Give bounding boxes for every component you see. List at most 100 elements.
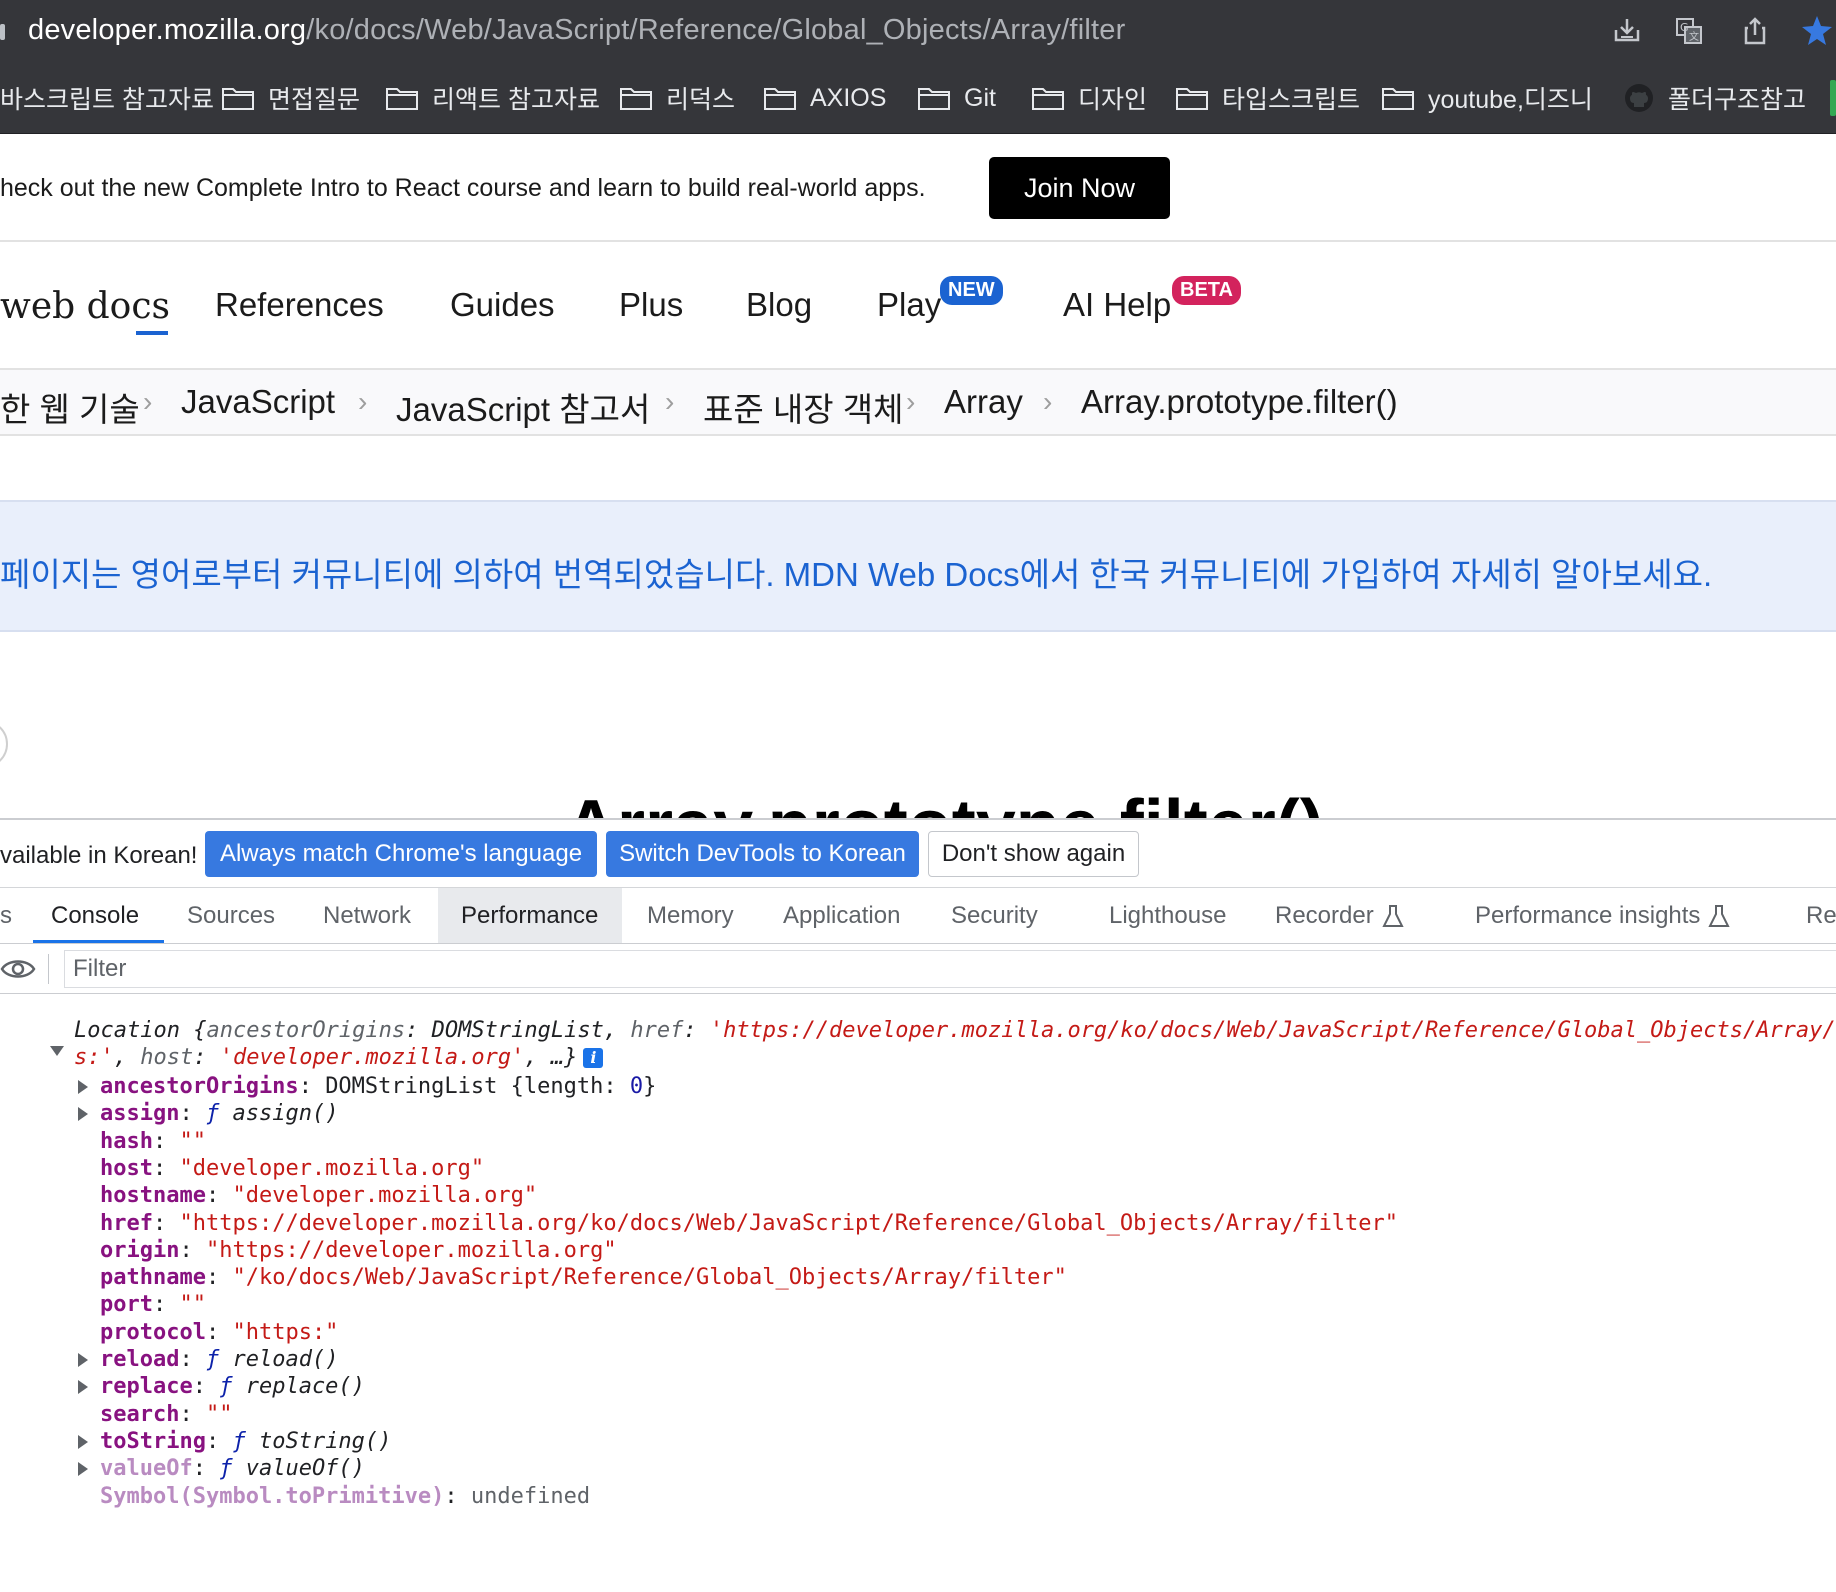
tab-lighthouse[interactable]: Lighthouse (1109, 888, 1226, 944)
tab-performance-insights[interactable]: Performance insights (1475, 888, 1731, 944)
tab-application[interactable]: Application (783, 888, 900, 944)
bookmark-item[interactable]: AXIOS (764, 80, 886, 116)
breadcrumb-item[interactable]: Array (944, 383, 1023, 421)
nav-plus[interactable]: Plus (619, 286, 683, 324)
dont-show-again-button[interactable]: Don't show again (928, 831, 1139, 877)
tab-security[interactable]: Security (951, 888, 1038, 944)
bookmark-item[interactable]: 리액트 참고자료 (386, 80, 600, 116)
bookmark-item[interactable]: 디자인 (1032, 80, 1147, 116)
share-icon[interactable] (1738, 14, 1772, 48)
nav-blog[interactable]: Blog (746, 286, 812, 324)
folder-icon (1176, 86, 1208, 110)
breadcrumb-item[interactable]: JavaScript (181, 383, 335, 421)
console-property-row[interactable]: replace: ƒ replace() (100, 1372, 365, 1402)
mdn-logo[interactable]: web docs (0, 286, 170, 327)
bookmark-item[interactable]: 리덕스 (620, 80, 735, 116)
bookmark-star-icon[interactable] (1800, 14, 1834, 48)
translate-icon[interactable]: G文 (1672, 14, 1706, 48)
devtools-tab-bar: s Console Sources Network Performance Me… (0, 888, 1836, 944)
expand-triangle-icon[interactable] (78, 1353, 88, 1367)
console-property-row: protocol: "https:" (100, 1318, 338, 1348)
nav-references[interactable]: References (215, 286, 384, 324)
language-infobar-text: vailable in Korean! (0, 842, 198, 869)
bookmark-item[interactable]: 폴더구조참고 (1624, 80, 1806, 116)
info-icon[interactable]: i (583, 1048, 604, 1068)
bookmark-item[interactable]: 타입스크립트 (1176, 80, 1360, 116)
property-separator: : (444, 1484, 471, 1509)
property-separator: : (205, 1265, 233, 1290)
always-match-language-button[interactable]: Always match Chrome's language (205, 831, 597, 877)
url-text[interactable]: developer.mozilla.org/ko/docs/Web/JavaSc… (28, 14, 1125, 47)
bookmark-item[interactable]: 바스크립트 참고자료 (0, 80, 214, 116)
console-property-row: search: "" (100, 1400, 232, 1430)
property-key: hash (100, 1129, 153, 1154)
collapse-triangle-icon[interactable] (50, 1046, 64, 1056)
property-separator: : (205, 1183, 233, 1208)
tab-performance[interactable]: Performance (461, 888, 598, 944)
expand-triangle-icon[interactable] (78, 1380, 88, 1394)
console-filter-input[interactable] (64, 950, 1836, 988)
console-property-row: port: "" (100, 1290, 206, 1320)
nav-ai-help[interactable]: AI Help (1063, 286, 1171, 324)
property-separator: : (192, 1374, 220, 1399)
chevron-right-icon: › (143, 386, 153, 417)
promo-banner: heck out the new Complete Intro to React… (0, 134, 1836, 242)
breadcrumb-item[interactable]: JavaScript 참고서 (396, 383, 650, 431)
property-value: "" (205, 1402, 233, 1427)
tab-network[interactable]: Network (323, 888, 411, 944)
site-info-icon[interactable] (0, 24, 5, 40)
breadcrumb-item[interactable]: 한 웹 기술 (0, 383, 140, 431)
expand-triangle-icon[interactable] (78, 1107, 88, 1121)
tab-memory[interactable]: Memory (647, 888, 734, 944)
bookmark-overflow-indicator (1830, 80, 1836, 116)
chevron-right-icon: › (1043, 386, 1053, 417)
sidebar-toggle-circle[interactable] (0, 720, 8, 768)
property-key: pathname (100, 1265, 206, 1290)
function-glyph: ƒ (232, 1429, 246, 1454)
nav-play[interactable]: Play (877, 286, 941, 324)
promo-text: heck out the new Complete Intro to React… (0, 174, 926, 202)
console-property-row[interactable]: toString: ƒ toString() (100, 1427, 391, 1457)
console-property-row[interactable]: valueOf: ƒ valueOf() (100, 1454, 365, 1484)
bookmark-item[interactable]: youtube,디즈니 (1382, 80, 1593, 116)
bookmark-item[interactable]: Git (918, 80, 996, 116)
github-icon (1624, 83, 1654, 113)
breadcrumb-item[interactable]: 표준 내장 객체 (703, 383, 904, 431)
console-property-row[interactable]: ancestorOrigins: DOMStringList {length: … (100, 1072, 656, 1102)
expand-triangle-icon[interactable] (78, 1462, 88, 1476)
active-tab-indicator (33, 940, 164, 943)
page-title: Array.prototype.filter() (565, 790, 1405, 820)
address-bar: developer.mozilla.org/ko/docs/Web/JavaSc… (0, 0, 1836, 62)
property-value: replace() (232, 1374, 365, 1399)
join-now-button[interactable]: Join Now (989, 157, 1170, 219)
property-value: "https:" (232, 1320, 339, 1345)
folder-icon (1382, 86, 1414, 110)
console-object-summary[interactable]: Location {ancestorOrigins: DOMStringList… (74, 1016, 1836, 1046)
function-glyph: ƒ (205, 1101, 220, 1126)
notice-text[interactable]: 페이지는 영어로부터 커뮤니티에 의하여 번역되었습니다. MDN Web Do… (0, 548, 1712, 596)
property-separator: : (179, 1238, 206, 1263)
tab-console[interactable]: Console (51, 888, 139, 944)
property-key: href (100, 1211, 153, 1236)
property-value: DOMStringList {length: (325, 1074, 630, 1099)
property-value: "" (179, 1129, 206, 1154)
property-value: toString() (245, 1429, 392, 1454)
tab-overflow-partial[interactable]: Re (1806, 888, 1836, 944)
property-key: Symbol(Symbol.toPrimitive) (100, 1484, 445, 1509)
folder-icon (222, 86, 254, 110)
property-separator: : (298, 1074, 326, 1099)
bookmarks-bar: 바스크립트 참고자료 면접질문 리액트 참고자료 리덕스 AXIOS Git 디… (0, 62, 1836, 134)
eye-icon[interactable] (0, 956, 36, 982)
tab-sources[interactable]: Sources (187, 888, 275, 944)
console-property-row[interactable]: assign: ƒ assign() (100, 1099, 338, 1129)
tab-recorder[interactable]: Recorder (1275, 888, 1404, 944)
tab-elements-partial[interactable]: s (0, 888, 12, 944)
nav-guides[interactable]: Guides (450, 286, 555, 324)
switch-devtools-korean-button[interactable]: Switch DevTools to Korean (606, 831, 919, 877)
console-property-row[interactable]: reload: ƒ reload() (100, 1345, 338, 1375)
expand-triangle-icon[interactable] (78, 1435, 88, 1449)
download-icon[interactable] (1610, 14, 1644, 48)
expand-triangle-icon[interactable] (78, 1080, 88, 1094)
bookmark-item[interactable]: 면접질문 (222, 80, 360, 116)
property-number: 0 (629, 1074, 644, 1099)
